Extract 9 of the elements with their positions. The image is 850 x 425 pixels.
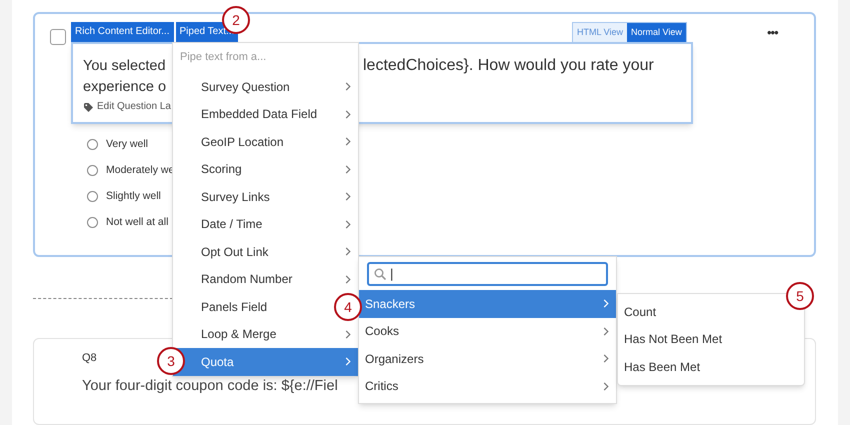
question-text: lectedChoices}. How would you rate your xyxy=(363,56,654,76)
choice-label: Very well xyxy=(106,137,148,152)
choice-label: Slightly well xyxy=(106,189,161,204)
menu-header: Pipe text from a... xyxy=(179,50,268,65)
choice-label: Not well at all xyxy=(106,215,168,230)
question-text: You selected xyxy=(83,57,166,76)
question-text: experience o xyxy=(83,78,166,97)
question-text: Your four-digit coupon code is: ${e://Fiel xyxy=(82,377,338,396)
question-number: Q8 xyxy=(82,351,97,366)
